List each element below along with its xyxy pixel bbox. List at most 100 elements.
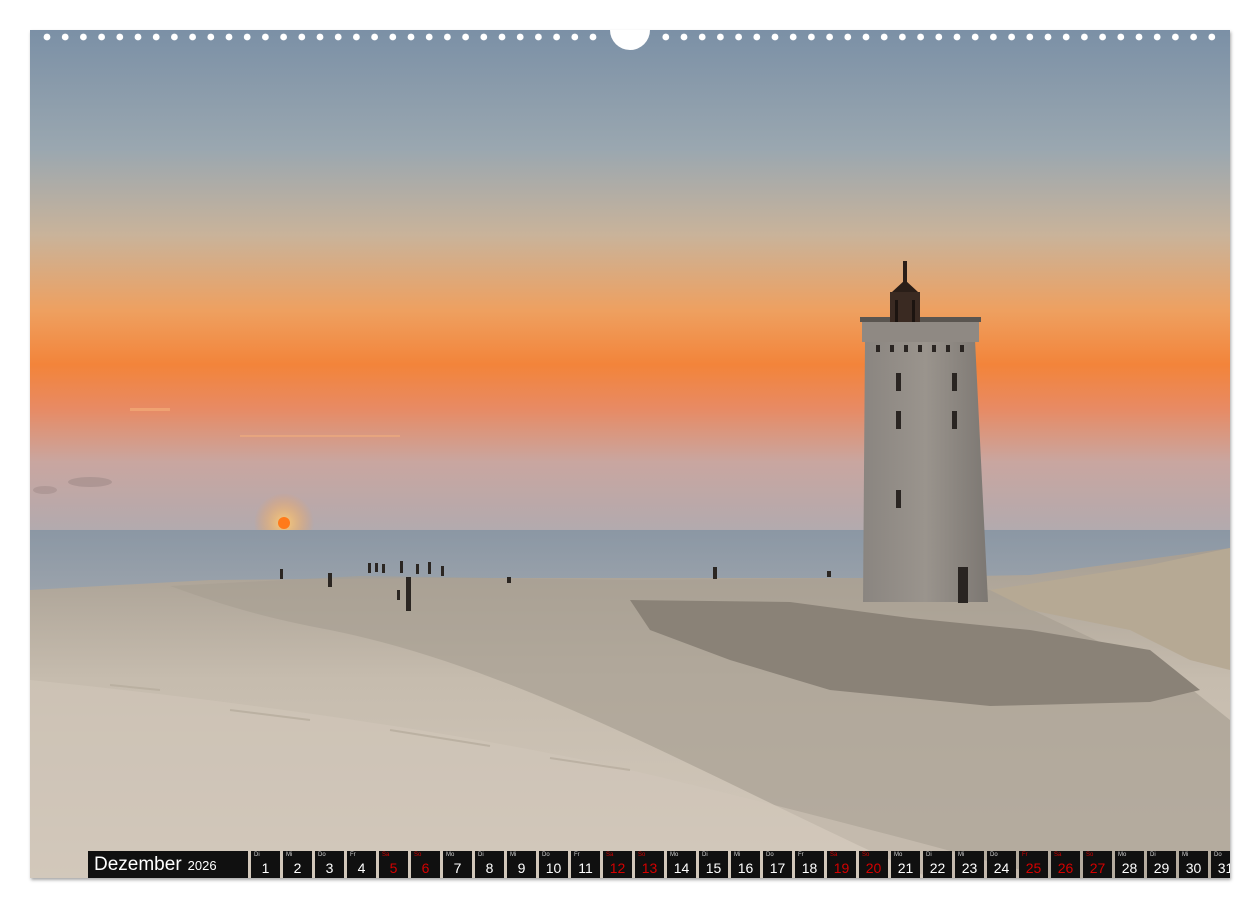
day-number: 15 xyxy=(705,860,722,876)
day-number: 9 xyxy=(517,860,526,876)
day-cell: Sa 19 xyxy=(827,851,856,878)
day-number: 25 xyxy=(1025,860,1042,876)
weekday-label: So xyxy=(638,852,646,858)
month-name: Dezember xyxy=(94,854,182,875)
weekday-label: Di xyxy=(926,852,932,858)
day-number: 1 xyxy=(261,860,270,876)
day-number: 30 xyxy=(1185,860,1202,876)
weekday-label: Mi xyxy=(286,852,293,858)
day-cell: Sa 12 xyxy=(603,851,632,878)
day-number: 7 xyxy=(453,860,462,876)
day-number: 26 xyxy=(1057,860,1074,876)
day-cell: So 20 xyxy=(859,851,888,878)
weekday-label: Mo xyxy=(1118,852,1127,858)
day-number: 29 xyxy=(1153,860,1170,876)
weekday-label: Do xyxy=(318,852,326,858)
day-number: 6 xyxy=(421,860,430,876)
weekday-label: Mi xyxy=(958,852,965,858)
day-cell: Fr 11 xyxy=(571,851,600,878)
weekday-label: Fr xyxy=(350,852,356,858)
weekday-label: Mo xyxy=(894,852,903,858)
month-year: 2026 xyxy=(187,857,217,873)
weekday-label: So xyxy=(414,852,422,858)
day-cell: Mi 16 xyxy=(731,851,760,878)
day-cell: Mi 30 xyxy=(1179,851,1208,878)
lighthouse-sunset-photo xyxy=(30,30,1230,878)
weekday-label: Di xyxy=(1150,852,1156,858)
day-cell: Di 29 xyxy=(1147,851,1176,878)
day-number: 13 xyxy=(641,860,658,876)
day-number: 17 xyxy=(769,860,786,876)
day-cell: Di 22 xyxy=(923,851,952,878)
day-cell: Do 24 xyxy=(987,851,1016,878)
day-cell: So 27 xyxy=(1083,851,1112,878)
day-cell: Mi 9 xyxy=(507,851,536,878)
day-number: 27 xyxy=(1089,860,1106,876)
day-number: 10 xyxy=(545,860,562,876)
weekday-label: Mo xyxy=(446,852,455,858)
day-number: 19 xyxy=(833,860,850,876)
month-label: Dezember 2026 xyxy=(88,851,248,878)
weekday-label: Sa xyxy=(382,852,390,858)
weekday-label: Mi xyxy=(1182,852,1189,858)
weekday-label: So xyxy=(862,852,870,858)
day-cell: Fr 25 xyxy=(1019,851,1048,878)
day-number: 31 xyxy=(1217,860,1230,876)
weekday-label: Di xyxy=(254,852,260,858)
weekday-label: Do xyxy=(1214,852,1222,858)
weekday-label: Mi xyxy=(734,852,741,858)
weekday-label: Fr xyxy=(798,852,804,858)
day-number: 16 xyxy=(737,860,754,876)
day-cell: Mo 21 xyxy=(891,851,920,878)
calendar-page: Dezember 2026 Di 1 Mi 2 Do 3 Fr 4 Sa 5 So 6 Mo 7 Di 8 Mi… xyxy=(30,30,1230,878)
day-number: 28 xyxy=(1121,860,1138,876)
day-cell: So 6 xyxy=(411,851,440,878)
day-cell: Mo 7 xyxy=(443,851,472,878)
weekday-label: So xyxy=(1086,852,1094,858)
day-number: 23 xyxy=(961,860,978,876)
day-cell: Do 31 xyxy=(1211,851,1230,878)
day-number: 2 xyxy=(293,860,302,876)
day-cell: Di 15 xyxy=(699,851,728,878)
weekday-label: Fr xyxy=(574,852,580,858)
day-cell: Di 1 xyxy=(251,851,280,878)
day-cell: Do 3 xyxy=(315,851,344,878)
day-number: 20 xyxy=(865,860,882,876)
day-number: 3 xyxy=(325,860,334,876)
day-number: 24 xyxy=(993,860,1010,876)
weekday-label: Mo xyxy=(670,852,679,858)
day-number: 4 xyxy=(357,860,366,876)
day-cell: Mo 28 xyxy=(1115,851,1144,878)
day-number: 22 xyxy=(929,860,946,876)
day-cell: Mi 2 xyxy=(283,851,312,878)
day-cell: Mo 14 xyxy=(667,851,696,878)
day-cells: Di 1 Mi 2 Do 3 Fr 4 Sa 5 So 6 Mo 7 Di 8 Mi 9 Do 10 Fr 11 Sa 12 S… xyxy=(251,851,1230,878)
day-number: 12 xyxy=(609,860,626,876)
weekday-label: Fr xyxy=(1022,852,1028,858)
day-number: 8 xyxy=(485,860,494,876)
day-cell: Fr 4 xyxy=(347,851,376,878)
weekday-label: Sa xyxy=(1054,852,1062,858)
day-number: 11 xyxy=(578,860,593,876)
day-cell: Do 10 xyxy=(539,851,568,878)
day-cell: Sa 5 xyxy=(379,851,408,878)
day-cell: Mi 23 xyxy=(955,851,984,878)
weekday-label: Sa xyxy=(830,852,838,858)
weekday-label: Di xyxy=(478,852,484,858)
day-cell: Do 17 xyxy=(763,851,792,878)
calendar-bar: Dezember 2026 Di 1 Mi 2 Do 3 Fr 4 Sa 5 So 6 Mo 7 Di 8 Mi… xyxy=(88,851,1230,878)
day-cell: Di 8 xyxy=(475,851,504,878)
weekday-label: Do xyxy=(766,852,774,858)
day-number: 18 xyxy=(801,860,818,876)
weekday-label: Di xyxy=(702,852,708,858)
weekday-label: Do xyxy=(542,852,550,858)
weekday-label: Sa xyxy=(606,852,614,858)
day-cell: Fr 18 xyxy=(795,851,824,878)
day-number: 5 xyxy=(389,860,398,876)
weekday-label: Do xyxy=(990,852,998,858)
day-cell: Sa 26 xyxy=(1051,851,1080,878)
day-cell: So 13 xyxy=(635,851,664,878)
day-number: 14 xyxy=(673,860,690,876)
day-number: 21 xyxy=(897,860,914,876)
weekday-label: Mi xyxy=(510,852,517,858)
